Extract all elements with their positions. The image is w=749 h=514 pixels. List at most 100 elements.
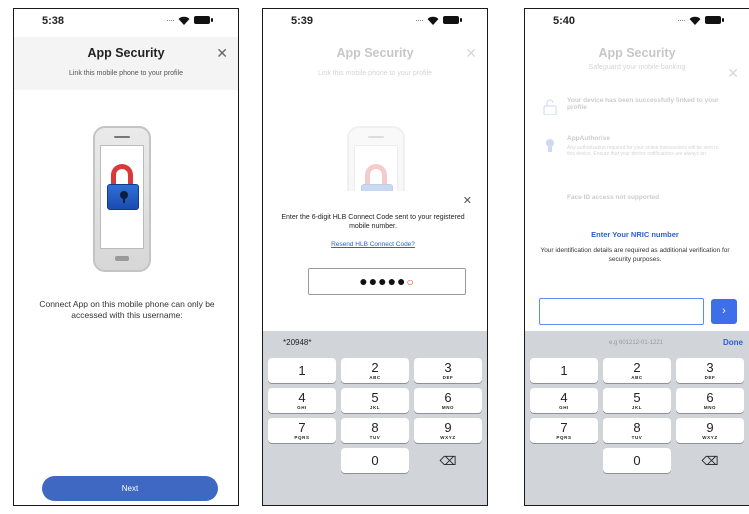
key-letters: ABC — [369, 374, 381, 380]
resend-code-link[interactable]: Resend HLB Connect Code? — [268, 241, 478, 248]
code-suggestion[interactable]: *20948* — [283, 338, 311, 347]
unlocked-padlock-icon — [107, 164, 139, 214]
key-8[interactable]: 8 TUV — [341, 418, 409, 443]
wifi-icon — [178, 16, 190, 25]
keypad: 1 2 ABC 3 DEF 4 GHI 5 JKL 6 MNO 7 PQRS 8 TUV 9 WXYZ 0 ⌫ — [263, 355, 487, 476]
status-time: 5:40 — [553, 15, 576, 27]
nric-input[interactable] — [539, 298, 704, 325]
page-subtitle: Link this mobile phone to your profile — [317, 70, 432, 77]
key-digit: 9 — [706, 419, 714, 435]
status-time: 5:39 — [291, 15, 314, 27]
key-digit: 2 — [633, 359, 641, 375]
key-9[interactable]: 9 WXYZ — [414, 418, 482, 443]
key-letters: MNO — [441, 404, 455, 410]
status-bar: 5:40 ···· — [525, 9, 749, 35]
key-letters: WXYZ — [440, 434, 456, 440]
key-2[interactable]: 2 ABC — [341, 358, 409, 383]
close-icon[interactable]: ✕ — [463, 194, 472, 207]
chevron-right-icon: › — [722, 305, 726, 317]
code-input[interactable]: ●●●●●○ — [308, 268, 466, 295]
key-letters: TUV — [369, 434, 381, 440]
nric-title: Enter Your NRIC number — [591, 230, 679, 239]
backspace-icon[interactable]: ⌫ — [676, 448, 744, 473]
key-letters: JKL — [631, 404, 643, 410]
nric-placeholder: e.g 601212-01-1221 — [609, 340, 664, 346]
key-1[interactable]: 1 — [530, 358, 598, 383]
key-3[interactable]: 3 DEF — [676, 358, 744, 383]
key-letters: PQRS — [294, 434, 310, 440]
key-0[interactable]: 0 — [603, 448, 671, 473]
key-2[interactable]: 2 ABC — [603, 358, 671, 383]
key-0[interactable]: 0 — [341, 448, 409, 473]
key-digit: 0 — [633, 452, 641, 468]
page-title: App Security — [87, 46, 165, 60]
suggestion-bar: *20948* — [263, 331, 487, 355]
key-letters: DEF — [442, 374, 454, 380]
page-title: App Security — [336, 46, 414, 60]
key-digit: 2 — [371, 359, 379, 375]
close-icon[interactable]: ✕ — [216, 45, 228, 62]
next-button[interactable]: Next — [42, 476, 218, 501]
screen-link-phone: 5:38 ···· App Security ✕ Link this mobil… — [13, 8, 239, 506]
close-icon: ✕ — [465, 45, 477, 61]
key-letters: JKL — [369, 404, 381, 410]
key-4[interactable]: 4 GHI — [268, 388, 336, 413]
submit-button[interactable]: › — [711, 299, 737, 324]
backspace-icon[interactable]: ⌫ — [414, 448, 482, 473]
key-5[interactable]: 5 JKL — [341, 388, 409, 413]
key-letters: PQRS — [556, 434, 572, 440]
key-letters: ABC — [631, 374, 643, 380]
key-6[interactable]: 6 MNO — [676, 388, 744, 413]
page-title: App Security — [598, 46, 676, 60]
connect-code-modal: ✕ Enter the 6-digit HLB Connect Code sen… — [268, 191, 478, 331]
key-digit: 4 — [560, 389, 568, 405]
status-bar: 5:38 ···· — [14, 9, 238, 35]
lock-icon — [543, 99, 557, 115]
key-7[interactable]: 7 PQRS — [268, 418, 336, 443]
page-subtitle: Link this mobile phone to your profile — [68, 70, 183, 77]
key-letters: MNO — [703, 404, 717, 410]
key-letters: DEF — [704, 374, 716, 380]
keypad-blank — [268, 448, 336, 473]
key-7[interactable]: 7 PQRS — [530, 418, 598, 443]
key-letters: GHI — [297, 404, 307, 410]
code-empty-dot: ○ — [406, 275, 415, 289]
key-1[interactable]: 1 — [268, 358, 336, 383]
done-button[interactable]: Done — [723, 338, 743, 347]
key-3[interactable]: 3 DEF — [414, 358, 482, 383]
key-digit: 9 — [444, 419, 452, 435]
header: App Security ✕ Link this mobile phone to… — [14, 37, 238, 77]
header: App Security ✕ Link this mobile phone to… — [263, 37, 487, 77]
key-digit: 5 — [633, 389, 641, 405]
key-digit: 7 — [298, 419, 306, 435]
key-5[interactable]: 5 JKL — [603, 388, 671, 413]
wifi-icon — [427, 16, 439, 25]
signal-icon: ···· — [166, 15, 175, 25]
key-8[interactable]: 8 TUV — [603, 418, 671, 443]
wifi-icon — [689, 16, 701, 25]
key-letters: WXYZ — [702, 434, 718, 440]
key-6[interactable]: 6 MNO — [414, 388, 482, 413]
code-filled-dots: ●●●●● — [359, 273, 407, 289]
input-accessory-bar: e.g 601212-01-1221 Done — [525, 331, 749, 355]
key-letters: GHI — [559, 404, 569, 410]
key-4[interactable]: 4 GHI — [530, 388, 598, 413]
key-digit: 1 — [298, 362, 306, 378]
battery-icon — [194, 16, 213, 24]
key-digit: 6 — [706, 389, 714, 405]
bulb-icon — [546, 139, 554, 152]
battery-icon — [705, 16, 724, 24]
key-digit: 0 — [371, 452, 379, 468]
key-digit: 8 — [371, 419, 379, 435]
username-message: Connect App on this mobile phone can onl… — [39, 299, 215, 320]
key-digit: 4 — [298, 389, 306, 405]
key-digit: 3 — [706, 359, 714, 375]
status-bar: 5:39 ···· — [263, 9, 487, 35]
header: App Security ✕ Safeguard your mobile ban… — [525, 37, 749, 81]
battery-icon — [443, 16, 462, 24]
screen-connect-code: 5:39 ···· App Security ✕ Link this mobil… — [262, 8, 488, 506]
signal-icon: ···· — [677, 15, 686, 25]
key-digit: 3 — [444, 359, 452, 375]
key-9[interactable]: 9 WXYZ — [676, 418, 744, 443]
screen-nric-entry: 5:40 ···· App Security ✕ Safeguard your … — [524, 8, 749, 506]
